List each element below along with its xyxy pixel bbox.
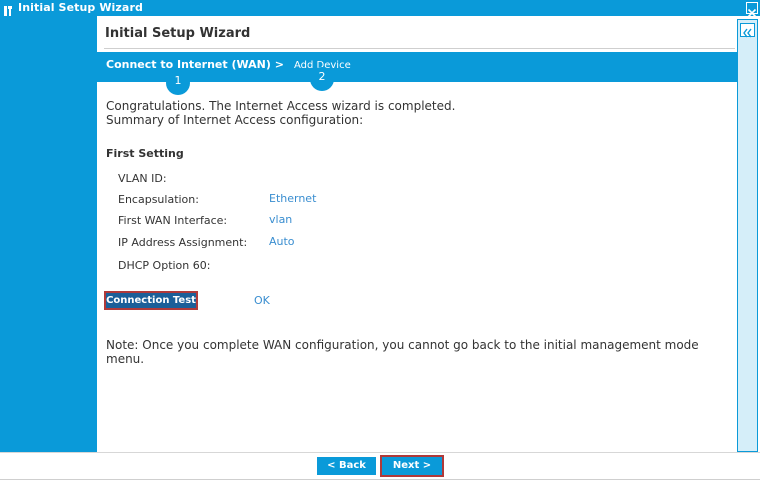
bottom-divider: [0, 479, 760, 480]
first-wan-interface-label: First WAN Interface:: [118, 214, 228, 227]
page-title: Initial Setup Wizard: [105, 26, 251, 41]
ip-address-assignment-value: Auto: [269, 235, 295, 248]
left-panel: [0, 16, 97, 452]
right-sidebar: [737, 19, 758, 452]
next-button[interactable]: Next >: [380, 455, 444, 477]
dhcp-option-60-label: DHCP Option 60:: [118, 259, 211, 272]
completion-message: Congratulations. The Internet Access wiz…: [106, 99, 456, 113]
step-1-badge: 1: [166, 71, 190, 95]
header-divider: [104, 48, 735, 49]
wrench-screwdriver-icon: [3, 2, 15, 16]
ip-address-assignment-label: IP Address Assignment:: [118, 236, 248, 249]
first-wan-interface-value: vlan: [269, 213, 293, 226]
note-text: Note: Once you complete WAN configuratio…: [106, 338, 699, 366]
step-1-label: Connect to Internet (WAN) >: [106, 58, 284, 71]
close-icon[interactable]: [746, 2, 758, 18]
window-title: Initial Setup Wizard: [18, 1, 143, 14]
back-button[interactable]: < Back: [317, 457, 376, 475]
summary-message: Summary of Internet Access configuration…: [106, 113, 364, 127]
footer-divider: [0, 452, 760, 453]
double-chevron-left-icon[interactable]: [740, 23, 755, 38]
encapsulation-label: Encapsulation:: [118, 193, 199, 206]
connection-test-result: OK: [254, 294, 270, 307]
encapsulation-value: Ethernet: [269, 192, 317, 205]
vlan-id-label: VLAN ID:: [118, 172, 167, 185]
step-2-badge: 2: [310, 67, 334, 91]
section-title: First Setting: [106, 147, 184, 160]
window-title-bar: Initial Setup Wizard: [0, 0, 760, 18]
connection-test-button[interactable]: Connection Test: [104, 291, 198, 310]
